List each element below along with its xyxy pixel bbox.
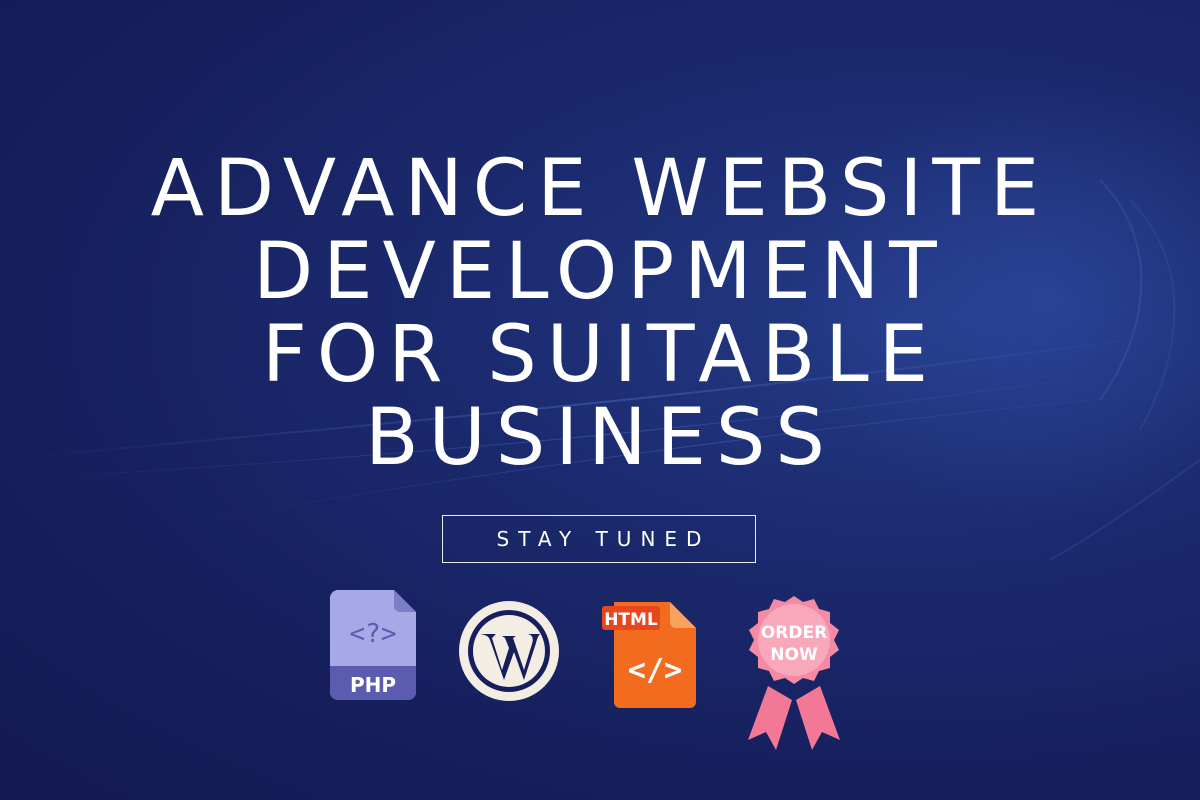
order-now-badge-icon: ORDER NOW (732, 590, 856, 752)
order-label: ORDER (761, 623, 827, 643)
html-code-symbol: </> (628, 653, 682, 688)
now-label: NOW (770, 645, 818, 665)
html-badge-label: HTML (604, 610, 658, 630)
stay-tuned-label: STAY TUNED (496, 527, 711, 551)
wordpress-icon (458, 600, 560, 702)
php-code-symbol: <?> (350, 619, 397, 649)
php-label: PHP (350, 673, 396, 697)
stay-tuned-badge: STAY TUNED (442, 515, 756, 563)
headline-line-3: FOR SUITABLE (261, 310, 939, 400)
html-file-icon: HTML </> (600, 598, 698, 710)
php-file-icon: <?> PHP (330, 590, 418, 702)
hero-banner: ADVANCE WEBSITE DEVELOPMENT FOR SUITABLE… (0, 0, 1200, 800)
headline-line-2: DEVELOPMENT (253, 227, 947, 317)
headline-line-1: ADVANCE WEBSITE (150, 144, 1050, 234)
headline-line-4: BUSINESS (365, 393, 835, 483)
headline: ADVANCE WEBSITE DEVELOPMENT FOR SUITABLE… (0, 148, 1200, 480)
